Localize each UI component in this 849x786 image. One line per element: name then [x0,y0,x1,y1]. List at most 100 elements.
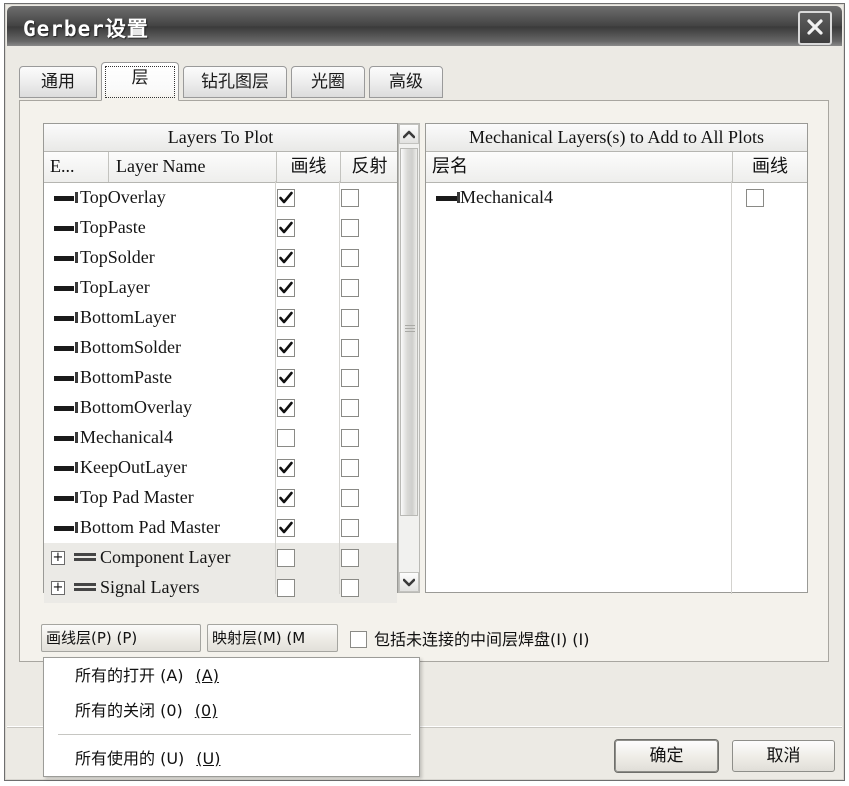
mirror-checkbox[interactable] [341,399,359,417]
mirror-checkbox[interactable] [341,369,359,387]
menu-item[interactable]: 所有的打开 (A) (A) [44,658,419,693]
plot-checkbox[interactable] [277,189,295,207]
plot-checkbox[interactable] [277,459,295,477]
table-row[interactable]: Mechanical4 [44,423,397,453]
tab-apertures[interactable]: 光圈 [291,66,365,98]
table-row[interactable]: + Component Layer [44,543,397,573]
plot-checkbox[interactable] [277,579,295,597]
close-icon [800,16,830,38]
table-row[interactable]: Top Pad Master [44,483,397,513]
plot-layers-dropdown-menu: 所有的打开 (A) (A) 所有的关闭 (0) (0) 所有使用的 (U) (U) [43,657,420,777]
plot-checkbox[interactable] [277,279,295,297]
layer-stack-icon [74,553,96,564]
tab-layers[interactable]: 层 [101,62,179,101]
mirror-checkbox[interactable] [341,189,359,207]
tab-panel-layers: Layers To Plot E... Layer Name 画线 反射 Top… [19,100,829,662]
mirror-checkbox[interactable] [341,219,359,237]
ok-button[interactable]: 确定 [615,740,718,772]
tab-advanced[interactable]: 高级 [369,66,443,98]
table-row[interactable]: TopPaste [44,213,397,243]
layers-to-plot-title: Layers To Plot [44,124,397,152]
menu-item[interactable]: 所有的关闭 (0) (0) [44,693,419,728]
mirror-checkbox[interactable] [341,549,359,567]
plot-checkbox[interactable] [277,219,295,237]
column-header-enable[interactable]: E... [50,152,108,182]
mirror-checkbox[interactable] [341,339,359,357]
plot-checkbox[interactable] [277,549,295,567]
table-row[interactable]: Mechanical4 [426,183,807,213]
table-row[interactable]: TopOverlay [44,183,397,213]
mirror-checkbox[interactable] [341,429,359,447]
include-unconnected-mid-layer-pads-checkbox[interactable]: 包括未连接的中间层焊盘(I) (I) [350,626,590,650]
plot-checkbox[interactable] [277,249,295,267]
layer-color-icon [54,252,78,263]
mirror-layers-dropdown-button[interactable]: 映射层(M) (M [207,624,338,652]
layer-name: BottomLayer [80,307,176,327]
mechanical-layers-grid: Mechanical Layers(s) to Add to All Plots… [425,123,808,594]
table-row[interactable]: Bottom Pad Master [44,513,397,543]
table-row[interactable]: TopLayer [44,273,397,303]
plot-checkbox[interactable] [277,399,295,417]
table-row[interactable]: BottomPaste [44,363,397,393]
layer-name: Component Layer [100,547,231,567]
plot-checkbox[interactable] [746,189,764,207]
expand-icon[interactable]: + [51,551,65,565]
layer-color-icon [54,492,78,503]
scroll-down-button[interactable] [399,572,419,592]
plot-checkbox[interactable] [277,429,295,447]
tab-label: 光圈 [311,72,345,92]
menu-item-label: 所有的打开 (A) [75,666,184,685]
mirror-checkbox[interactable] [341,579,359,597]
plot-checkbox[interactable] [277,309,295,327]
tab-drill-drawing[interactable]: 钻孔图层 [183,66,287,98]
table-row[interactable]: KeepOutLayer [44,453,397,483]
cancel-label: 取消 [766,746,801,766]
tab-strip: 通用 层 钻孔图层 光圈 高级 [19,62,829,101]
mirror-checkbox[interactable] [341,279,359,297]
menu-item-label: 所有的关闭 (0) [75,701,183,720]
plot-checkbox[interactable] [277,519,295,537]
table-row[interactable]: BottomSolder [44,333,397,363]
mirror-checkbox[interactable] [341,309,359,327]
layer-color-icon [54,432,78,443]
checkbox-box[interactable] [350,631,367,648]
mirror-checkbox[interactable] [341,489,359,507]
expand-icon[interactable]: + [51,581,65,595]
scrollbar-grip-icon [405,325,415,337]
table-row[interactable]: + Signal Layers [44,573,397,603]
layer-name: TopOverlay [80,187,166,207]
menu-item-accelerator: (U) [196,749,221,768]
plot-checkbox[interactable] [277,489,295,507]
menu-item[interactable]: 所有使用的 (U) (U) [44,741,419,776]
column-header-mirror[interactable]: 反射 [340,152,398,182]
ok-label: 确定 [649,746,684,766]
layers-to-plot-grid: Layers To Plot E... Layer Name 画线 反射 Top… [43,123,398,603]
tab-general[interactable]: 通用 [19,66,97,98]
layer-name: Mechanical4 [460,187,553,207]
scrollbar-thumb[interactable] [400,148,418,516]
cancel-button[interactable]: 取消 [732,740,835,772]
plot-checkbox[interactable] [277,369,295,387]
mechanical-layers-column-headers: 层名 画线 [426,152,807,183]
column-header-layer-name[interactable]: 层名 [432,152,732,182]
mirror-checkbox[interactable] [341,459,359,477]
layer-name: Signal Layers [100,577,200,597]
grid-divider [275,181,276,594]
table-row[interactable]: BottomOverlay [44,393,397,423]
table-row[interactable]: TopSolder [44,243,397,273]
column-header-plot[interactable]: 画线 [732,152,807,182]
plot-layers-dropdown-button[interactable]: 画线层(P) (P) [41,624,201,652]
layer-color-icon [54,372,78,383]
mirror-checkbox[interactable] [341,249,359,267]
column-header-plot[interactable]: 画线 [276,152,340,182]
mirror-checkbox[interactable] [341,519,359,537]
table-row[interactable]: BottomLayer [44,303,397,333]
column-header-layer-name[interactable]: Layer Name [108,152,276,182]
layer-color-icon [54,522,78,533]
scroll-up-button[interactable] [399,124,419,144]
close-button[interactable] [798,11,832,45]
plot-checkbox[interactable] [277,339,295,357]
layers-list-scrollbar[interactable] [398,123,420,593]
menu-item-label: 所有使用的 (U) [75,749,185,768]
layer-color-icon [54,462,78,473]
